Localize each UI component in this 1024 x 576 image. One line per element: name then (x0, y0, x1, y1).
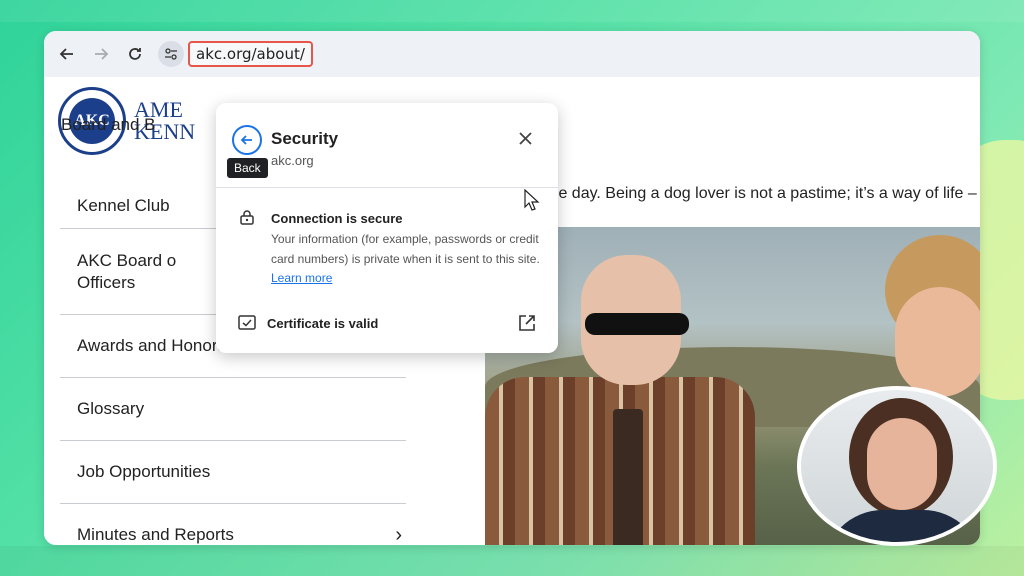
photo-sunglasses (585, 313, 689, 335)
sidebar-item-glossary[interactable]: Glossary (60, 378, 406, 441)
reload-icon (129, 48, 141, 60)
arrow-right-icon (95, 48, 109, 60)
reload-button[interactable] (124, 43, 146, 65)
background-stripe (0, 546, 1024, 576)
sidebar-item-minutes[interactable]: Minutes and Reports › (60, 504, 406, 546)
about-body-text: gle day. Being a dog lover is not a past… (546, 185, 980, 202)
forward-button[interactable] (90, 43, 112, 65)
popup-title: Security (271, 129, 339, 148)
security-popup: Security akc.org Connection is secure Yo… (216, 103, 558, 353)
chevron-right-icon: › (395, 523, 402, 546)
certificate-icon (238, 315, 256, 330)
sidebar-item-label: Glossary (77, 399, 145, 418)
connection-description: Your information (for example, passwords… (271, 230, 541, 289)
certificate-status[interactable]: Certificate is valid (267, 316, 378, 331)
back-button[interactable] (56, 43, 78, 65)
sidebar-item-label: Minutes and Reports (77, 525, 234, 544)
learn-more-link[interactable]: Learn more (271, 271, 332, 285)
arrow-left-icon (240, 135, 252, 145)
photo-woman-face (895, 287, 980, 397)
webcam-person-face (867, 418, 937, 510)
arrow-left-icon (59, 48, 73, 60)
photo-tie (613, 409, 643, 545)
popup-domain: akc.org (271, 153, 314, 168)
sidebar-item-label: Kennel Club (77, 196, 170, 215)
connection-description-text: Your information (for example, passwords… (271, 232, 540, 266)
background-stripe (0, 0, 1024, 22)
sidebar-item-label-line1: AKC Board o (77, 250, 177, 270)
sidebar-partial-text: Board and B (61, 115, 156, 134)
popup-close-button[interactable] (519, 129, 532, 150)
close-icon (519, 132, 532, 145)
popup-back-button[interactable] (232, 125, 262, 155)
connection-status[interactable]: Connection is secure (271, 211, 402, 226)
webcam-overlay (797, 386, 997, 546)
external-link-icon[interactable] (518, 314, 536, 332)
lock-icon (240, 210, 254, 225)
sidebar-item-jobs[interactable]: Job Opportunities (60, 441, 406, 504)
sidebar-item-label: Awards and Honors (77, 336, 226, 355)
popup-divider (216, 187, 558, 188)
tune-icon (165, 48, 177, 60)
sidebar-item-label-line2: Officers (77, 272, 136, 292)
sidebar-item-label: Job Opportunities (77, 462, 211, 481)
browser-toolbar: akc.org/about/ (44, 31, 980, 77)
address-bar[interactable]: akc.org/about/ (188, 41, 313, 67)
site-info-button[interactable] (158, 41, 184, 67)
mouse-cursor-icon (524, 189, 540, 211)
webcam-person-body (823, 510, 983, 542)
sidebar-item-label: AKC Board o Officers (77, 250, 176, 294)
back-tooltip: Back (227, 158, 268, 178)
